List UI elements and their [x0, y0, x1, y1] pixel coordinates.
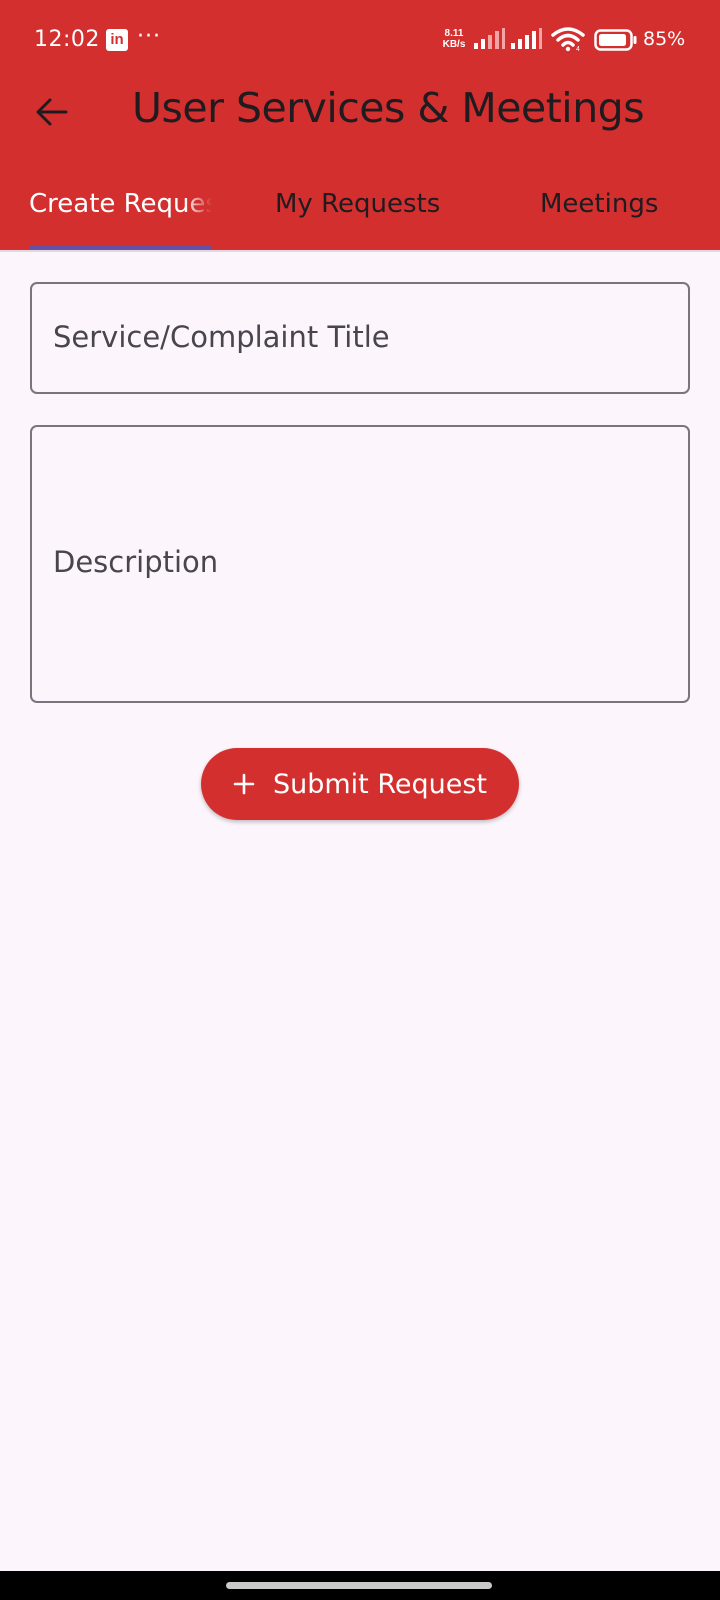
app-header: 12:02 in ··· 8.11 KB/s 4 85% User Servic… — [0, 0, 720, 252]
description-field[interactable]: Description — [30, 425, 690, 703]
home-indicator[interactable] — [226, 1582, 492, 1589]
tab-my-requests[interactable]: My Requests — [275, 170, 475, 252]
linkedin-icon: in — [106, 29, 128, 51]
signal-icon — [511, 28, 542, 49]
submit-request-button[interactable]: Submit Request — [201, 748, 519, 820]
tab-label: Meetings — [540, 189, 659, 219]
description-field-label: Description — [53, 545, 219, 579]
svg-text:4: 4 — [576, 46, 580, 52]
tab-divider — [0, 250, 720, 252]
signal-icon — [474, 28, 505, 49]
title-field[interactable]: Service/Complaint Title — [30, 282, 690, 394]
back-button[interactable] — [28, 88, 76, 136]
plus-icon — [233, 773, 255, 795]
network-speed-unit: KB/s — [442, 39, 466, 50]
battery-icon — [594, 29, 637, 51]
tab-create-request[interactable]: Create Request — [29, 170, 212, 252]
arrow-back-icon — [36, 98, 68, 126]
tab-bar: Create Request My Requests Meetings — [0, 170, 720, 252]
submit-request-label: Submit Request — [272, 768, 488, 800]
network-speed: 8.11 KB/s — [437, 28, 471, 50]
network-speed-value: 8.11 — [444, 28, 464, 39]
tab-label: My Requests — [275, 189, 441, 219]
tab-label: Create Request — [29, 189, 212, 219]
battery-level: 85% — [643, 28, 686, 50]
status-time: 12:02 — [34, 27, 100, 52]
more-notifications-icon: ··· — [137, 24, 161, 49]
title-field-label: Service/Complaint Title — [53, 320, 390, 354]
page-title: User Services & Meetings — [132, 84, 645, 132]
wifi-icon: 4 — [551, 27, 585, 52]
tab-meetings[interactable]: Meetings — [540, 170, 710, 252]
status-bar: 12:02 in ··· 8.11 KB/s 4 85% — [0, 0, 720, 82]
system-nav-bar — [0, 1571, 720, 1600]
